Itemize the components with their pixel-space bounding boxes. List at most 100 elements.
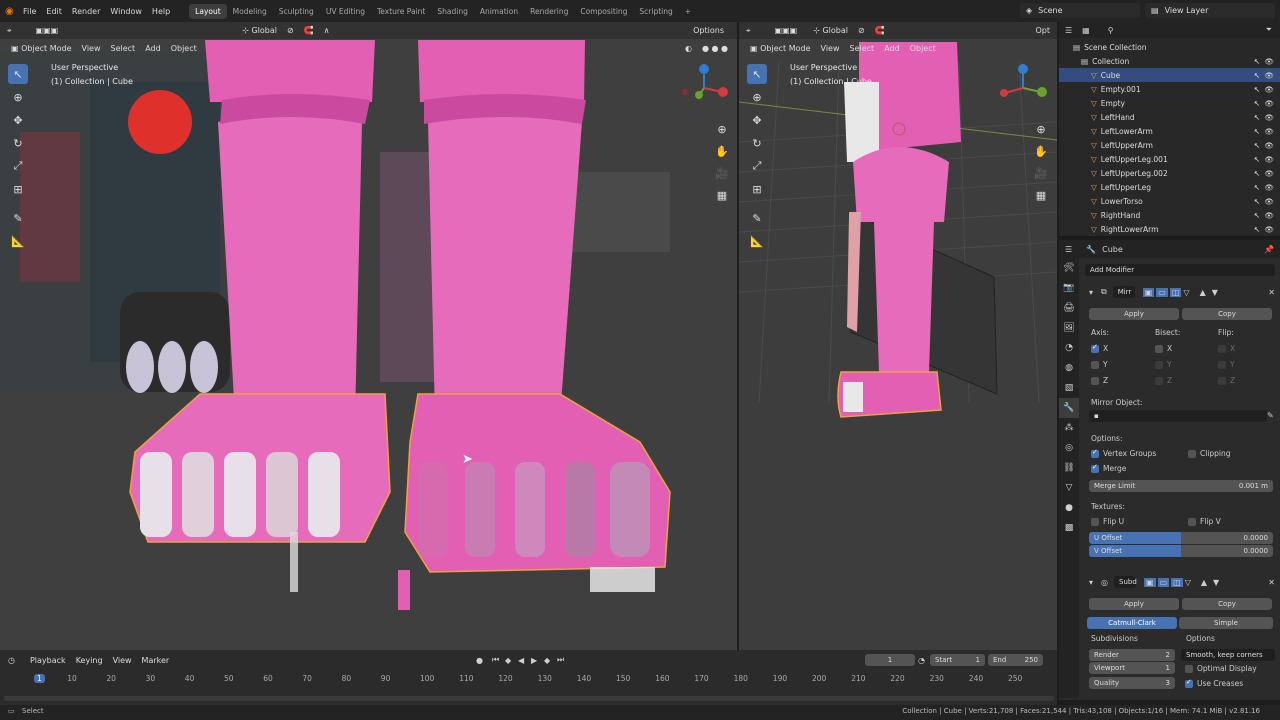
outliner-row[interactable]: ▽ LowerTorso 👁 ↖ [1059, 194, 1280, 208]
hide-eye-icon[interactable]: 👁 [1264, 197, 1274, 206]
mirror-apply-button[interactable]: Apply [1089, 308, 1179, 320]
select-arrow-icon[interactable]: ↖ [1254, 197, 1260, 206]
search-icon[interactable]: ⚲ [1108, 26, 1114, 35]
menu-view[interactable]: View [77, 43, 106, 54]
hide-eye-icon[interactable]: 👁 [1264, 99, 1274, 108]
flip-u-checkbox[interactable] [1091, 518, 1099, 526]
bisect-z-checkbox[interactable] [1155, 377, 1163, 385]
select-arrow-icon[interactable]: ↖ [1254, 169, 1260, 178]
outliner-row[interactable]: ▽ Cube 👁 ↖ [1059, 68, 1280, 82]
hide-eye-icon[interactable]: 👁 [1264, 57, 1274, 66]
view-layer-tab-icon[interactable]: 🖼 [1059, 318, 1079, 338]
current-frame-field[interactable]: 1 [865, 654, 915, 666]
scene-selector[interactable]: ◈ Scene [1020, 3, 1140, 18]
annotate-tool-icon[interactable]: ✎ [8, 208, 28, 228]
object-tab-icon[interactable]: ▧ [1059, 378, 1079, 398]
merge-checkbox[interactable] [1091, 463, 1099, 473]
select-arrow-icon[interactable]: ↖ [1254, 99, 1260, 108]
mirror-copy-button[interactable]: Copy [1182, 308, 1272, 320]
outliner-row[interactable]: ▽ LeftUpperLeg.001 👁 ↖ [1059, 152, 1280, 166]
menu-select[interactable]: Select [106, 43, 141, 54]
move-tool-icon[interactable]: ✥ [8, 110, 28, 130]
render-visibility-icon[interactable]: ◫ [1171, 577, 1183, 587]
outliner-row[interactable]: ▽ LeftUpperLeg.002 👁 ↖ [1059, 166, 1280, 180]
world-tab-icon[interactable]: ◍ [1059, 358, 1079, 378]
snap-icon[interactable]: 🧲 [870, 25, 890, 36]
hide-eye-icon[interactable]: 👁 [1264, 85, 1274, 94]
menu-add[interactable]: Add [140, 43, 166, 54]
options-dropdown[interactable]: Options [688, 25, 729, 36]
jump-end-icon[interactable]: ⏭ [557, 655, 564, 665]
move-up-icon[interactable]: ▲ [1200, 288, 1206, 297]
tab-texture-paint[interactable]: Texture Paint [371, 4, 431, 19]
blender-logo-icon[interactable]: ◉ [0, 6, 18, 17]
outliner-row[interactable]: ▽ Empty.001 👁 ↖ [1059, 82, 1280, 96]
menu-edit[interactable]: Edit [41, 7, 67, 16]
outliner-row[interactable]: ▤ Collection 👁 ↖ [1059, 54, 1280, 68]
zoom-icon[interactable]: ⊕ [713, 120, 731, 138]
editmode-icon[interactable]: ▣ [1144, 577, 1156, 587]
viewport-visibility-icon[interactable]: ▭ [1157, 577, 1170, 587]
axis-x-checkbox[interactable] [1091, 343, 1099, 353]
rotate-tool-icon[interactable]: ↻ [8, 133, 28, 153]
simple-button[interactable]: Simple [1179, 617, 1273, 629]
merge-limit-field[interactable]: Merge Limit 0.001 m [1089, 480, 1273, 492]
menu-playback[interactable]: Playback [25, 655, 71, 666]
hide-eye-icon[interactable]: 👁 [1264, 71, 1274, 80]
flip-z-checkbox[interactable] [1218, 377, 1226, 385]
pivot-icon[interactable]: ⊘ [282, 25, 299, 36]
collapse-icon[interactable]: ▾ [1089, 288, 1093, 297]
hide-eye-icon[interactable]: 👁 [1264, 127, 1274, 136]
cursor-tool-icon[interactable]: ⊕ [8, 87, 28, 107]
right-viewport[interactable]: ⌖ ▣▣▣ ⊹ Global ⊘ 🧲 Opt ▣ Object Mode Vie… [739, 22, 1057, 650]
timeline-scrollbar[interactable] [4, 696, 1054, 701]
mirror-object-field[interactable]: ▪ [1089, 410, 1267, 422]
move-tool-icon[interactable]: ✥ [747, 110, 767, 130]
transform-tool-icon[interactable]: ⊞ [747, 179, 767, 199]
vertex-groups-checkbox[interactable] [1091, 448, 1099, 458]
editor-type-icon[interactable]: ⌖ [2, 25, 17, 37]
data-tab-icon[interactable]: ▽ [1059, 478, 1079, 498]
outliner-row[interactable]: ▽ RightLowerArm 👁 ↖ [1059, 222, 1280, 236]
overlay-toggle-icon[interactable]: ◐ [680, 43, 697, 54]
orientation-dropdown[interactable]: ⊹ Global [237, 25, 282, 36]
outliner-row[interactable]: ▽ LeftLowerArm 👁 ↖ [1059, 124, 1280, 138]
u-offset-slider[interactable]: U Offset 0.0000 [1089, 532, 1273, 544]
material-tab-icon[interactable]: ● [1059, 498, 1079, 518]
outliner-row[interactable]: ▽ LeftUpperLeg 👁 ↖ [1059, 180, 1280, 194]
flip-v-checkbox[interactable] [1188, 518, 1196, 526]
select-arrow-icon[interactable]: ↖ [1254, 155, 1260, 164]
hide-eye-icon[interactable]: 👁 [1264, 211, 1274, 220]
outliner-row[interactable]: ▽ LeftHand 👁 ↖ [1059, 110, 1280, 124]
subsurf-name-field[interactable]: Subd [1114, 576, 1137, 588]
left-viewport[interactable]: ⌖ ▣▣▣ ⊹ Global ⊘ 🧲 ∧ Options ▣ Object Mo… [0, 22, 737, 650]
transform-tool-icon[interactable]: ⊞ [8, 179, 28, 199]
select-arrow-icon[interactable]: ↖ [1254, 85, 1260, 94]
cage-icon[interactable]: ▽ [1183, 288, 1189, 297]
select-arrow-icon[interactable]: ↖ [1254, 211, 1260, 220]
camera-icon[interactable]: 🎥 [713, 164, 731, 182]
v-offset-slider[interactable]: V Offset 0.0000 [1089, 545, 1273, 557]
orientation-dropdown[interactable]: ⊹ Global [808, 25, 853, 36]
measure-tool-icon[interactable]: 📐 [8, 231, 28, 251]
bisect-x-checkbox[interactable] [1155, 345, 1163, 353]
render-levels-field[interactable]: Render 2 [1089, 649, 1175, 661]
tab-animation[interactable]: Animation [474, 4, 524, 19]
select-arrow-icon[interactable]: ↖ [1254, 183, 1260, 192]
tool-tab-icon[interactable]: 🛠 [1059, 258, 1079, 278]
axis-z-checkbox[interactable] [1091, 377, 1099, 385]
hide-eye-icon[interactable]: 👁 [1264, 113, 1274, 122]
select-arrow-icon[interactable]: ↖ [1254, 225, 1260, 234]
menu-select[interactable]: Select [845, 43, 880, 54]
menu-object[interactable]: Object [166, 43, 202, 54]
start-frame-field[interactable]: Start 1 [930, 654, 985, 666]
output-tab-icon[interactable]: 🖨 [1059, 298, 1079, 318]
menu-render[interactable]: Render [67, 7, 105, 16]
menu-window[interactable]: Window [105, 7, 147, 16]
texture-tab-icon[interactable]: ▩ [1059, 518, 1079, 538]
play-reverse-icon[interactable]: ◀ [518, 656, 524, 665]
tab-scripting[interactable]: Scripting [633, 4, 678, 19]
catmull-clark-button[interactable]: Catmull-Clark [1087, 617, 1177, 629]
jump-start-icon[interactable]: ⏮ [492, 655, 499, 665]
record-icon[interactable]: ● [476, 656, 483, 665]
